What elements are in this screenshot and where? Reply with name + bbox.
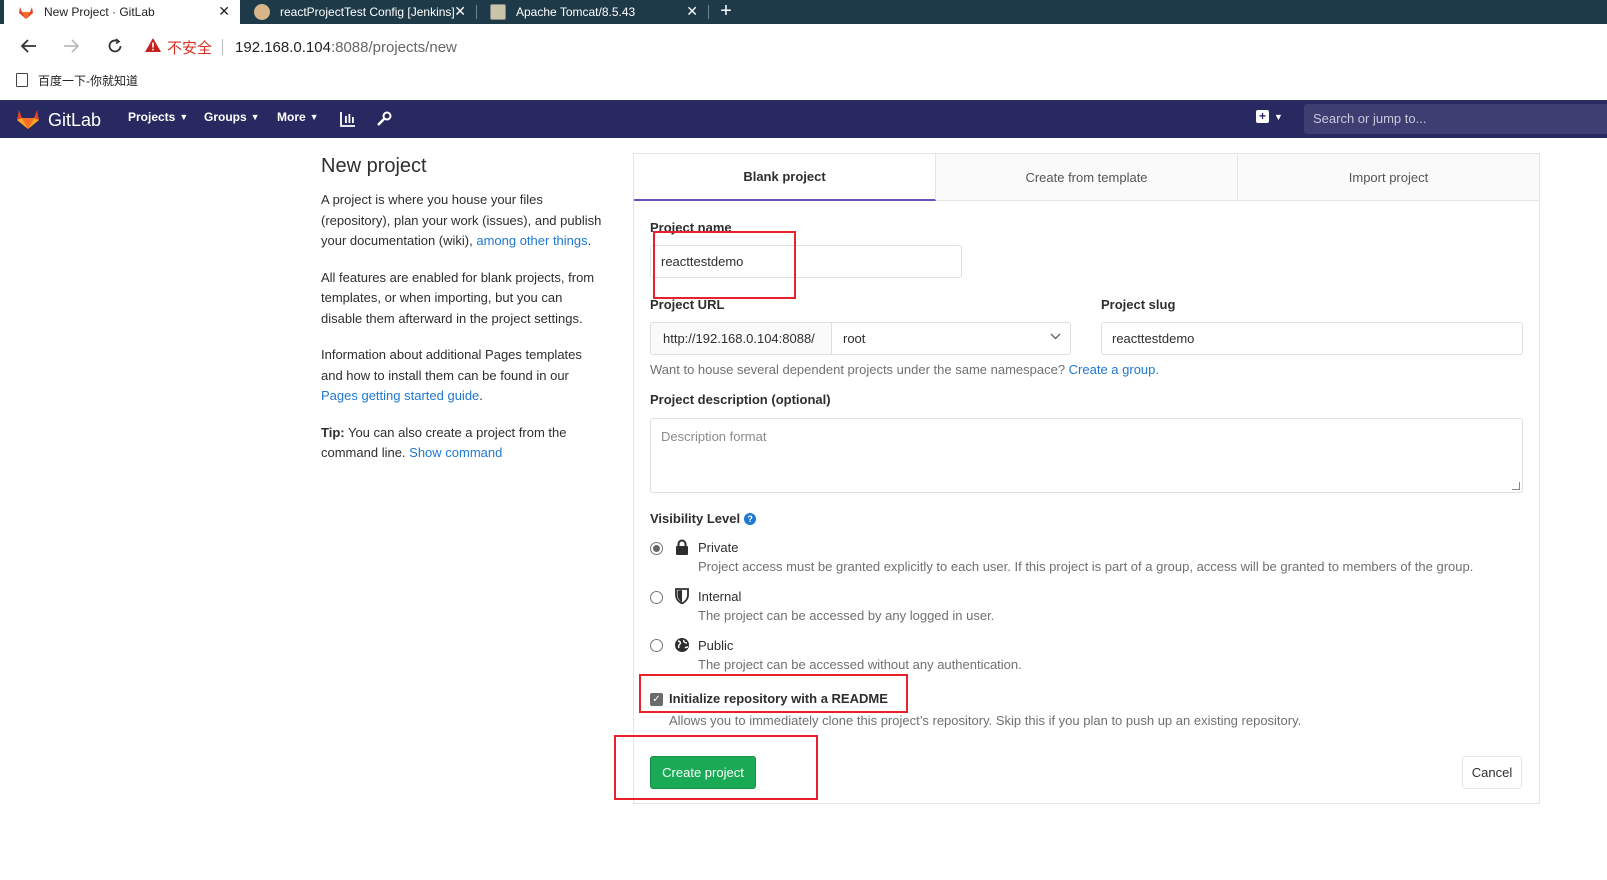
tab-create-from-template[interactable]: Create from template <box>936 154 1238 201</box>
tip-label: Tip: <box>321 424 345 440</box>
pages-paragraph: Information about additional Pages templ… <box>321 345 606 407</box>
security-label: 不安全 <box>167 39 213 57</box>
annotation-box-create <box>614 735 818 800</box>
tab-title: reactProjectTest Config [Jenkins] <box>280 5 455 19</box>
browser-tab-tomcat[interactable]: Apache Tomcat/8.5.43 ✕ <box>476 0 708 24</box>
close-tab-icon[interactable]: ✕ <box>454 3 466 20</box>
nav-projects-label: Projects <box>128 110 176 124</box>
lock-icon <box>674 539 690 555</box>
plus-square-icon: + <box>1256 110 1269 123</box>
browser-tab-strip: New Project · GitLab ✕ reactProjectTest … <box>0 0 1607 24</box>
pages-text-end: . <box>479 388 483 403</box>
description-placeholder: Description format <box>661 429 767 444</box>
new-dropdown-button[interactable]: + ▼ <box>1256 110 1283 123</box>
chevron-down-icon: ▼ <box>1274 111 1283 122</box>
shield-icon <box>674 588 690 605</box>
page-title: New project <box>321 155 427 177</box>
cancel-button[interactable]: Cancel <box>1462 756 1522 789</box>
pages-text: Information about additional Pages templ… <box>321 347 582 383</box>
bookmark-item[interactable]: 百度一下-你就知道 <box>38 72 138 89</box>
project-slug-label: Project slug <box>1101 297 1176 312</box>
url-path: :8088/projects/new <box>330 38 457 56</box>
browser-toolbar: 不安全 192.168.0.104:8088/projects/new <box>0 24 1607 68</box>
forward-arrow-icon[interactable] <box>57 32 85 60</box>
wrench-icon[interactable] <box>374 109 394 129</box>
intro-text-end: . <box>587 233 592 248</box>
project-url-label: Project URL <box>650 297 725 312</box>
visibility-public-desc: The project can be accessed without any … <box>698 657 1022 672</box>
visibility-internal-radio[interactable] <box>650 591 663 604</box>
readme-desc: Allows you to immediately clone this pro… <box>669 713 1302 728</box>
create-group-link[interactable]: Create a group. <box>1069 362 1159 377</box>
activity-chart-icon[interactable] <box>338 109 358 129</box>
description-label: Project description (optional) <box>650 392 831 407</box>
visibility-label-text: Visibility Level <box>650 511 741 526</box>
project-type-tabs: Blank project Create from template Impor… <box>634 154 1539 201</box>
namespace-select[interactable]: root <box>832 322 1071 355</box>
close-tab-icon[interactable]: ✕ <box>686 3 698 20</box>
tab-import-project[interactable]: Import project <box>1238 154 1539 201</box>
search-input[interactable]: Search or jump to... <box>1304 104 1607 134</box>
visibility-internal-desc: The project can be accessed by any logge… <box>698 608 995 623</box>
pages-guide-link[interactable]: Pages getting started guide <box>321 388 479 403</box>
namespace-help: Want to house several dependent projects… <box>650 362 1159 377</box>
globe-icon <box>674 637 690 653</box>
visibility-private-radio[interactable] <box>650 542 663 555</box>
new-tab-button[interactable]: + <box>716 0 736 24</box>
tomcat-favicon-icon <box>490 4 506 20</box>
page-icon <box>16 73 28 87</box>
url-host: 192.168.0.104 <box>235 38 331 56</box>
show-command-link[interactable]: Show command <box>409 445 502 460</box>
annotation-box-project-name <box>653 231 796 299</box>
visibility-private-title: Private <box>698 540 739 555</box>
chevron-down-icon: ▼ <box>309 112 319 122</box>
project-url-prefix: http://192.168.0.104:8088/ <box>650 322 832 355</box>
gitlab-brand: GitLab <box>48 109 102 130</box>
tab-separator <box>708 5 709 19</box>
visibility-label: Visibility Level? <box>650 511 757 526</box>
chevron-down-icon: ▼ <box>250 112 260 122</box>
warning-triangle-icon <box>145 38 161 56</box>
namespace-value: root <box>843 331 866 346</box>
nav-more-label: More <box>277 110 306 124</box>
question-circle-icon[interactable]: ? <box>744 513 757 525</box>
gitlab-favicon-icon <box>18 4 34 20</box>
description-textarea[interactable]: Description format <box>650 418 1523 493</box>
nav-groups-label: Groups <box>204 110 247 124</box>
project-slug-input[interactable]: reacttestdemo <box>1101 322 1523 355</box>
gitlab-home-link[interactable]: GitLab <box>16 107 101 133</box>
tab-title: Apache Tomcat/8.5.43 <box>516 5 636 19</box>
resize-handle-icon[interactable] <box>1512 482 1520 490</box>
tab-title: New Project · GitLab <box>44 5 155 19</box>
jenkins-favicon-icon <box>254 4 270 20</box>
nav-projects[interactable]: Projects ▼ <box>128 110 188 124</box>
browser-tab-gitlab[interactable]: New Project · GitLab ✕ <box>4 0 240 24</box>
gitlab-logo-icon <box>16 107 40 133</box>
close-tab-icon[interactable]: ✕ <box>218 3 230 20</box>
intro-paragraph: A project is where you house your files … <box>321 190 606 252</box>
nav-groups[interactable]: Groups ▼ <box>204 110 260 124</box>
visibility-public-title: Public <box>698 638 734 653</box>
visibility-public-radio[interactable] <box>650 639 663 652</box>
back-arrow-icon[interactable] <box>15 32 43 60</box>
tab-blank-project[interactable]: Blank project <box>634 154 936 201</box>
address-bar[interactable]: 不安全 192.168.0.104:8088/projects/new <box>145 33 457 61</box>
namespace-help-text: Want to house several dependent projects… <box>650 362 1069 377</box>
annotation-box-readme <box>639 674 908 713</box>
features-paragraph: All features are enabled for blank proje… <box>321 269 595 326</box>
chevron-down-icon <box>1050 331 1061 343</box>
among-other-things-link[interactable]: among other things <box>476 233 587 248</box>
browser-tab-jenkins[interactable]: reactProjectTest Config [Jenkins] ✕ <box>240 0 476 24</box>
address-divider <box>222 39 224 55</box>
intro-column: New project A project is where you house… <box>321 155 606 480</box>
visibility-private-desc: Project access must be granted explicitl… <box>698 559 1474 574</box>
bookmarks-bar: 百度一下-你就知道 <box>0 68 1607 92</box>
visibility-internal-title: Internal <box>698 589 742 604</box>
tip-paragraph: Tip: You can also create a project from … <box>321 423 606 464</box>
reload-icon[interactable] <box>101 32 129 60</box>
chevron-down-icon: ▼ <box>179 112 189 122</box>
gitlab-header: GitLab Projects ▼ Groups ▼ More ▼ + ▼ Searc… <box>0 100 1607 138</box>
nav-more[interactable]: More ▼ <box>277 110 319 124</box>
